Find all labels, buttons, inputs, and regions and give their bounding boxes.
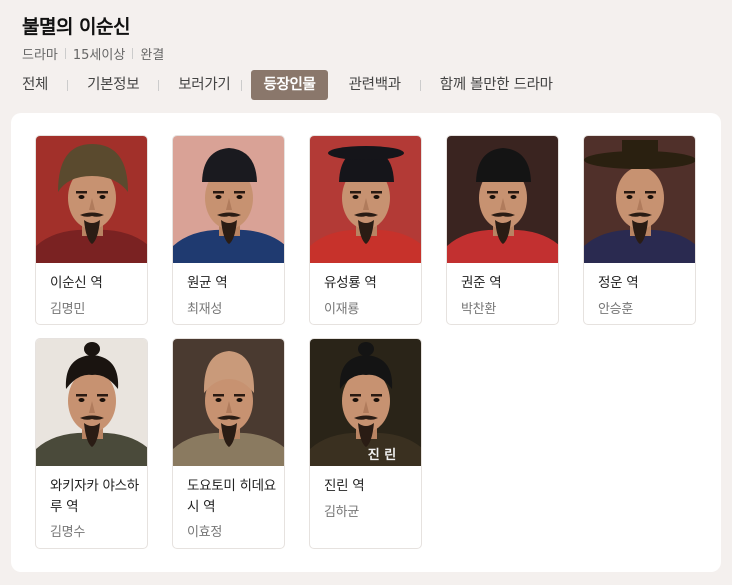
role-name: 유성룡 역	[324, 275, 377, 291]
actor-photo: 진 린	[310, 339, 421, 466]
actor-photo	[173, 339, 284, 466]
portrait-illustration	[447, 136, 558, 263]
portrait-illustration	[584, 136, 695, 263]
actor-name: 이효정	[187, 525, 222, 540]
role-name: 권준 역	[461, 275, 502, 291]
cast-card[interactable]: 원균 역 최재성	[172, 135, 285, 325]
role-name: 도요토미 히데요시 역	[187, 478, 276, 515]
cast-card[interactable]: 진 린 진린 역 김하균	[309, 338, 422, 549]
rating-label: 15세이상	[72, 48, 126, 63]
actor-name: 이재룡	[324, 302, 359, 317]
portrait-illustration	[36, 339, 147, 466]
actor-name: 김명민	[50, 302, 85, 317]
actor-photo	[173, 136, 284, 263]
actor-photo	[310, 136, 421, 263]
cast-panel: 이순신 역 김명민 원균 역 최재성 유성룡 역 이재룡 권준 역 박찬환 정운…	[11, 113, 721, 572]
tab-divider	[419, 79, 421, 91]
tab-basic-info[interactable]: 기본정보	[85, 70, 141, 100]
role-name: 원균 역	[187, 275, 228, 291]
tab-watch[interactable]: 보러가기	[176, 70, 232, 100]
portrait-illustration	[173, 136, 284, 263]
actor-photo	[36, 339, 147, 466]
role-name: 와키자카 야스하루 역	[50, 478, 139, 515]
status-label: 완결	[140, 48, 165, 63]
meta-info: 드라마 15세이상 완결	[22, 44, 164, 63]
tab-divider	[67, 79, 69, 91]
cast-card[interactable]: 권준 역 박찬환	[446, 135, 559, 325]
tab-bar: 전체 기본정보 보러가기 등장인물 관련백과 함께 볼만한 드라마	[20, 70, 555, 100]
header: 불멸의 이순신	[22, 12, 131, 39]
actor-name: 박찬환	[461, 302, 496, 317]
tab-all[interactable]: 전체	[20, 70, 50, 100]
actor-name: 최재성	[187, 302, 222, 317]
cast-card[interactable]: 와키자카 야스하루 역 김명수	[35, 338, 148, 549]
actor-name: 안승훈	[598, 302, 633, 317]
svg-text:진 린: 진 린	[368, 447, 396, 463]
cast-card[interactable]: 정운 역 안승훈	[583, 135, 696, 325]
portrait-illustration	[173, 339, 284, 466]
cast-card[interactable]: 도요토미 히데요시 역 이효정	[172, 338, 285, 549]
actor-photo	[584, 136, 695, 263]
meta-divider	[64, 48, 66, 59]
cast-card[interactable]: 유성룡 역 이재룡	[309, 135, 422, 325]
role-name: 진린 역	[324, 478, 365, 494]
actor-photo	[36, 136, 147, 263]
tab-characters[interactable]: 등장인물	[251, 70, 328, 100]
cast-card[interactable]: 이순신 역 김명민	[35, 135, 148, 325]
role-name: 이순신 역	[50, 275, 103, 291]
page-title: 불멸의 이순신	[22, 16, 131, 38]
portrait-illustration	[36, 136, 147, 263]
portrait-illustration	[310, 136, 421, 263]
role-name: 정운 역	[598, 275, 639, 291]
actor-photo	[447, 136, 558, 263]
meta-divider	[132, 48, 134, 59]
tab-related-encyclopedia[interactable]: 관련백과	[347, 70, 403, 100]
actor-name: 김명수	[50, 525, 85, 540]
tab-divider	[241, 79, 243, 91]
actor-name: 김하균	[324, 505, 359, 520]
tab-similar-dramas[interactable]: 함께 볼만한 드라마	[438, 70, 555, 100]
genre-label: 드라마	[22, 48, 58, 63]
portrait-illustration: 진 린	[310, 339, 421, 466]
tab-divider	[158, 79, 160, 91]
